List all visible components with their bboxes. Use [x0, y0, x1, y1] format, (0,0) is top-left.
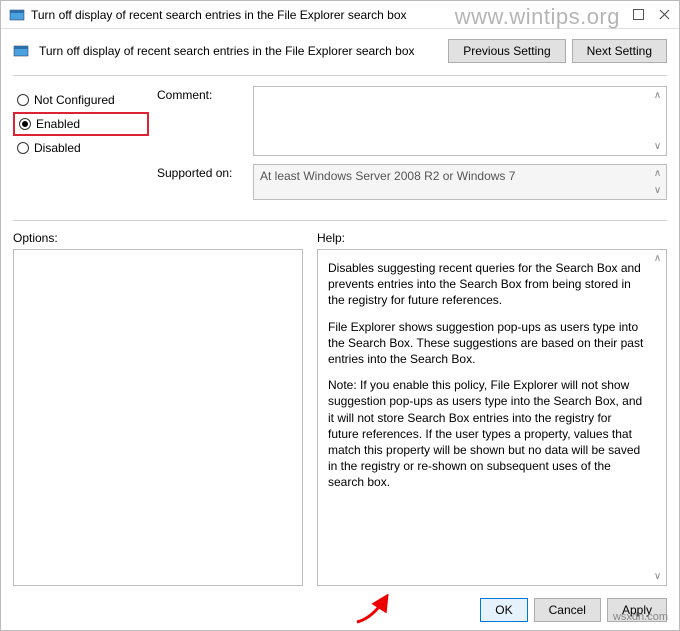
scroll-up-icon: ∧ [649, 165, 666, 182]
dialog-footer: OK Cancel Apply [13, 592, 667, 622]
help-paragraph: Disables suggesting recent queries for t… [328, 260, 644, 309]
help-column: Help: Disables suggesting recent queries… [317, 231, 667, 586]
radio-disabled[interactable]: Disabled [13, 138, 149, 158]
scroll-down-icon: ∨ [649, 182, 666, 199]
dialog-window: Turn off display of recent search entrie… [0, 0, 680, 631]
policy-icon [13, 43, 29, 59]
radio-not-configured[interactable]: Not Configured [13, 90, 149, 110]
supported-value: At least Windows Server 2008 R2 or Windo… [254, 165, 666, 199]
separator [13, 75, 667, 76]
scrollbar[interactable]: ∧ ∨ [649, 87, 666, 155]
panels-row: Options: Help: Disables suggesting recen… [13, 231, 667, 586]
options-panel[interactable] [13, 249, 303, 586]
close-icon[interactable] [657, 8, 671, 22]
scroll-down-icon[interactable]: ∨ [649, 138, 666, 155]
radio-icon-selected [19, 118, 31, 130]
state-radios: Not Configured Enabled Disabled [13, 86, 149, 208]
scrollbar: ∧ ∨ [649, 165, 666, 199]
radio-label: Enabled [36, 117, 80, 131]
scroll-up-icon[interactable]: ∧ [649, 87, 666, 104]
help-panel: Disables suggesting recent queries for t… [317, 249, 667, 586]
scroll-up-icon[interactable]: ∧ [649, 250, 666, 267]
help-content: Disables suggesting recent queries for t… [318, 250, 666, 585]
settings-row: Not Configured Enabled Disabled Comment: [13, 86, 667, 208]
radio-icon [17, 94, 29, 106]
comment-value [254, 87, 666, 155]
supported-field-wrap: At least Windows Server 2008 R2 or Windo… [253, 164, 667, 200]
next-setting-button[interactable]: Next Setting [572, 39, 667, 63]
help-paragraph: Note: If you enable this policy, File Ex… [328, 377, 644, 490]
maximize-icon[interactable] [631, 8, 645, 22]
comment-input[interactable]: ∧ ∨ [253, 86, 667, 156]
scroll-down-icon[interactable]: ∨ [649, 568, 666, 585]
window-title: Turn off display of recent search entrie… [31, 8, 631, 22]
supported-input: At least Windows Server 2008 R2 or Windo… [253, 164, 667, 200]
dialog-content: Turn off display of recent search entrie… [1, 29, 679, 630]
nav-buttons: Previous Setting Next Setting [448, 39, 667, 63]
radio-icon [17, 142, 29, 154]
comment-label: Comment: [157, 86, 245, 102]
supported-row: Supported on: At least Windows Server 20… [157, 164, 667, 200]
ok-button[interactable]: OK [480, 598, 527, 622]
help-paragraph: File Explorer shows suggestion pop-ups a… [328, 319, 644, 368]
previous-setting-button[interactable]: Previous Setting [448, 39, 565, 63]
radio-enabled[interactable]: Enabled [13, 112, 149, 136]
options-content [14, 250, 302, 585]
comment-row: Comment: ∧ ∨ [157, 86, 667, 156]
app-icon [9, 7, 25, 23]
fields-column: Comment: ∧ ∨ Supported on: [157, 86, 667, 208]
header-row: Turn off display of recent search entrie… [13, 39, 667, 63]
window-controls [631, 8, 671, 22]
radio-label: Not Configured [34, 93, 115, 107]
policy-title: Turn off display of recent search entrie… [39, 44, 438, 58]
annotation-arrow-icon [353, 588, 393, 624]
options-column: Options: [13, 231, 303, 586]
supported-label: Supported on: [157, 164, 245, 180]
help-label: Help: [317, 231, 667, 245]
cancel-button[interactable]: Cancel [534, 598, 601, 622]
title-bar: Turn off display of recent search entrie… [1, 1, 679, 29]
separator [13, 220, 667, 221]
options-label: Options: [13, 231, 303, 245]
apply-button[interactable]: Apply [607, 598, 667, 622]
comment-field-wrap: ∧ ∨ [253, 86, 667, 156]
radio-label: Disabled [34, 141, 81, 155]
scrollbar[interactable]: ∧ ∨ [649, 250, 666, 585]
